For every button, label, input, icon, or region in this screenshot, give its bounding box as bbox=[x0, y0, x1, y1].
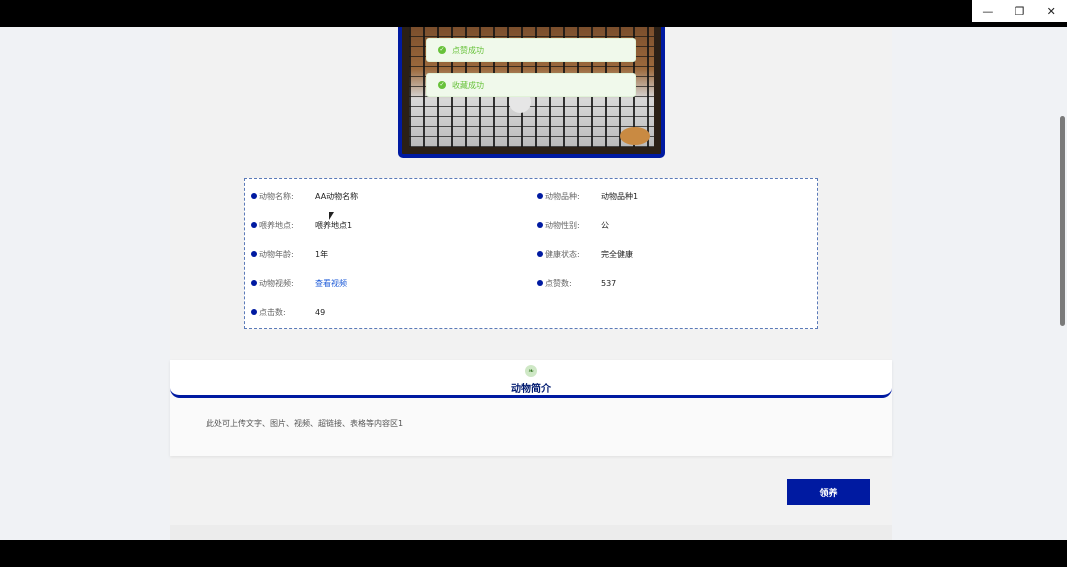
success-check-icon: ✓ bbox=[438, 46, 446, 54]
info-value: 49 bbox=[315, 307, 326, 317]
info-label: 动物性别: bbox=[545, 220, 580, 230]
info-age: 动物年龄: 1年 bbox=[251, 247, 328, 261]
info-value: AA动物名称 bbox=[315, 191, 359, 201]
info-gender: 动物性别: 公 bbox=[537, 218, 609, 232]
photo-cat bbox=[620, 127, 650, 145]
info-label: 动物品种: bbox=[545, 191, 580, 201]
bullet-dot-icon bbox=[537, 280, 543, 286]
bullet-dot-icon bbox=[537, 251, 543, 257]
info-value: 喂养地点1 bbox=[315, 220, 353, 230]
success-check-icon: ✓ bbox=[438, 81, 446, 89]
view-video-link[interactable]: 查看视频 bbox=[315, 278, 347, 289]
bullet-dot-icon bbox=[537, 193, 543, 199]
intro-header: ❧ 动物简介 bbox=[170, 360, 892, 398]
toast-text: 点赞成功 bbox=[452, 45, 484, 55]
page-footer bbox=[170, 525, 892, 540]
info-label: 喂养地点: bbox=[259, 220, 294, 230]
close-button[interactable]: ✕ bbox=[1035, 0, 1067, 22]
bullet-dot-icon bbox=[251, 309, 257, 315]
bullet-dot-icon bbox=[251, 222, 257, 228]
info-value: 完全健康 bbox=[601, 249, 633, 259]
intro-title: 动物简介 bbox=[511, 384, 551, 395]
info-animal-name: 动物名称: AA动物名称 bbox=[251, 189, 358, 203]
info-value: 1年 bbox=[315, 249, 329, 259]
detail-page: ✓ 点赞成功 ✓ 收藏成功 动物名称: AA动物名称 动物品种: 动物品种1 喂… bbox=[170, 27, 892, 540]
info-species: 动物品种: 动物品种1 bbox=[537, 189, 638, 203]
info-video: 动物视频: 查看视频 bbox=[251, 276, 347, 290]
intro-text: 此处可上传文字、图片、视频、超链接、表格等内容区1 bbox=[206, 419, 404, 428]
info-clicks: 点击数: 49 bbox=[251, 305, 325, 319]
info-value: 537 bbox=[601, 278, 617, 288]
bullet-dot-icon bbox=[251, 280, 257, 286]
info-likes: 点赞数: 537 bbox=[537, 276, 616, 290]
bullet-dot-icon bbox=[537, 222, 543, 228]
toast-like-success: ✓ 点赞成功 bbox=[426, 38, 636, 62]
info-label: 动物视频: bbox=[259, 278, 294, 288]
info-value: 公 bbox=[601, 220, 609, 230]
toast-text: 收藏成功 bbox=[452, 80, 484, 90]
animal-info-panel: 动物名称: AA动物名称 动物品种: 动物品种1 喂养地点: 喂养地点1 动物性… bbox=[244, 178, 818, 329]
bottom-bar bbox=[0, 540, 1067, 567]
info-value: 动物品种1 bbox=[601, 191, 639, 201]
info-location: 喂养地点: 喂养地点1 bbox=[251, 218, 352, 232]
leaf-icon: ❧ bbox=[525, 365, 537, 377]
window-controls: — ❐ ✕ bbox=[972, 0, 1067, 22]
scrollbar-track[interactable] bbox=[1059, 27, 1067, 540]
info-label: 健康状态: bbox=[545, 249, 580, 259]
animal-intro-section: ❧ 动物简介 此处可上传文字、图片、视频、超链接、表格等内容区1 bbox=[170, 360, 892, 456]
info-label: 动物名称: bbox=[259, 191, 294, 201]
toast-favorite-success: ✓ 收藏成功 bbox=[426, 73, 636, 97]
mouse-cursor-icon bbox=[329, 212, 334, 220]
restore-button[interactable]: ❐ bbox=[1004, 0, 1036, 22]
adopt-button[interactable]: 领养 bbox=[787, 479, 870, 505]
scrollbar-thumb[interactable] bbox=[1060, 116, 1065, 326]
info-label: 动物年龄: bbox=[259, 249, 294, 259]
info-label: 点赞数: bbox=[545, 278, 572, 288]
info-label: 点击数: bbox=[259, 307, 286, 317]
bullet-dot-icon bbox=[251, 251, 257, 257]
window-titlebar: — ❐ ✕ bbox=[0, 0, 1067, 27]
info-health: 健康状态: 完全健康 bbox=[537, 247, 633, 261]
minimize-button[interactable]: — bbox=[972, 0, 1004, 22]
bullet-dot-icon bbox=[251, 193, 257, 199]
